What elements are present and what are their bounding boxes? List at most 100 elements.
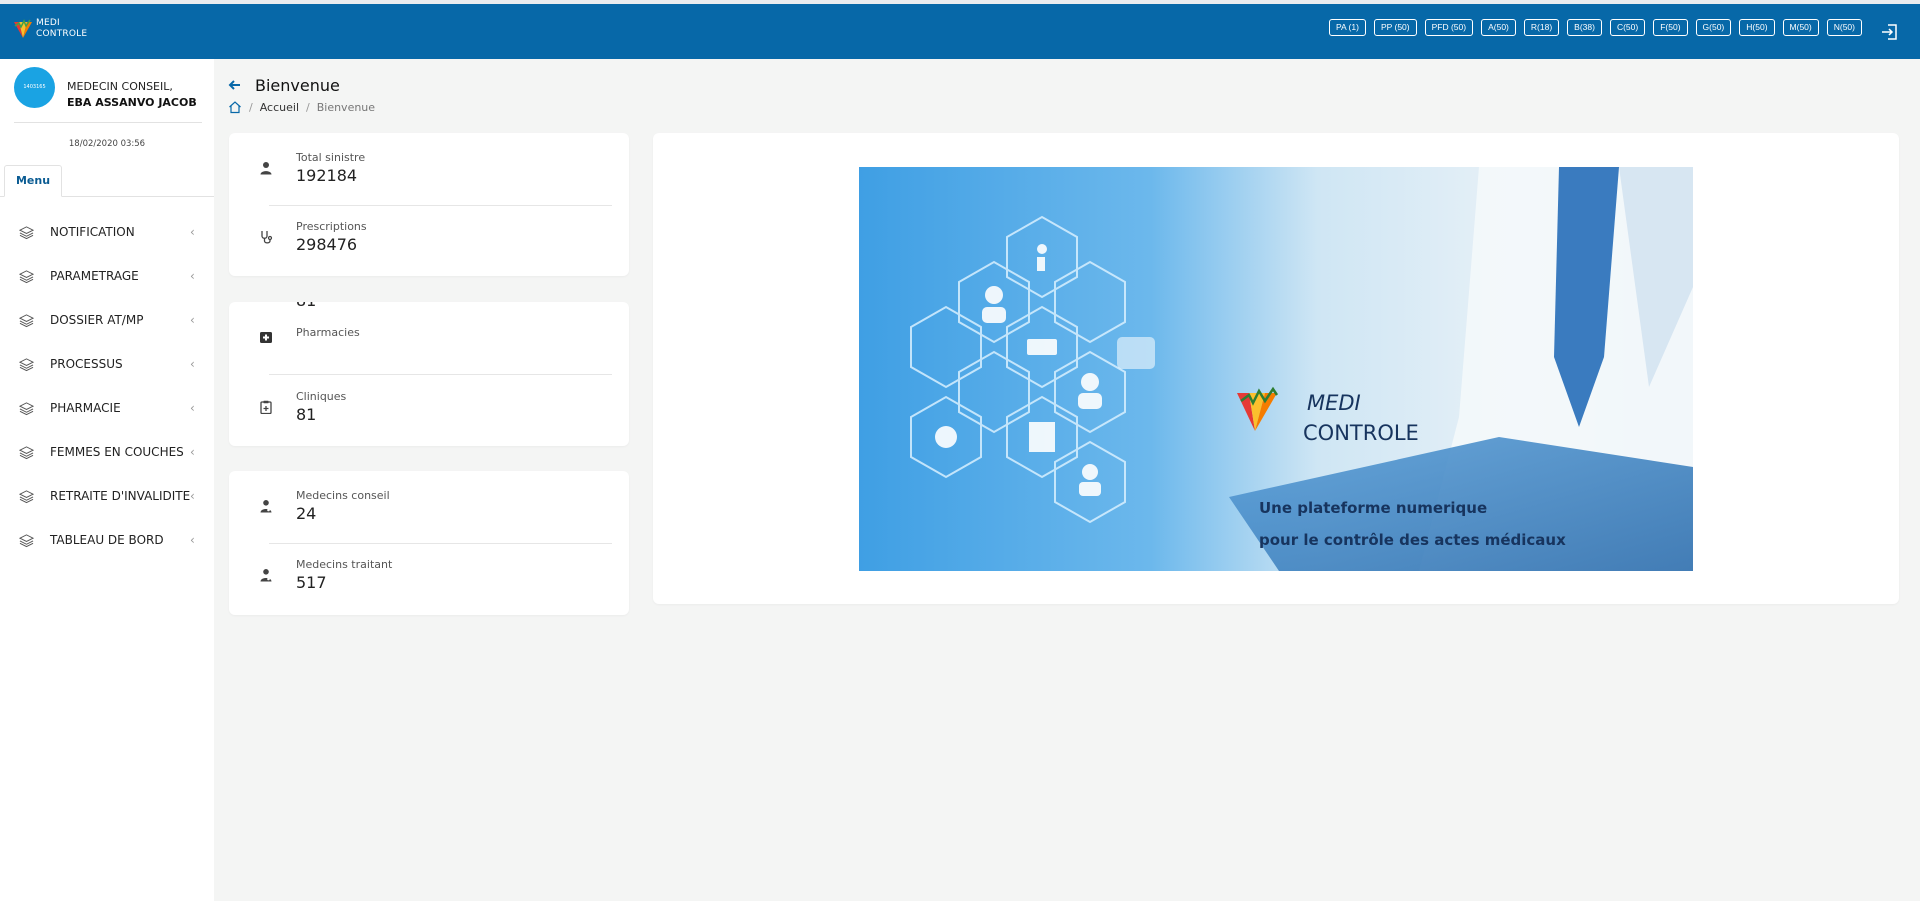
breadcrumb-home-link[interactable]: Accueil [260, 101, 299, 114]
stat-label: Medecins conseil [296, 489, 390, 502]
sidebar-item-label: FEMMES EN COUCHES [50, 445, 184, 459]
breadcrumb-current: Bienvenue [316, 100, 376, 114]
sidebar-tabs: Menu [0, 165, 214, 197]
sidebar-item-dossier-atmp[interactable]: DOSSIER AT/MP ‹ [0, 298, 214, 342]
user-role: MEDECIN CONSEIL, [67, 80, 173, 93]
layers-icon [19, 226, 34, 240]
clipboard-medical-icon [260, 400, 272, 414]
layers-icon [19, 490, 34, 504]
stat-label: Medecins traitant [296, 558, 393, 571]
sidebar-item-retraite-invalidite[interactable]: RETRAITE D'INVALIDITE ‹ [0, 474, 214, 518]
layers-icon [19, 358, 34, 372]
sidebar-item-label: DOSSIER AT/MP [50, 313, 144, 327]
badge-m[interactable]: M(50) [1782, 19, 1819, 36]
stats-card-medecins: Medecins conseil 24 Medecins traitant 51… [229, 471, 629, 615]
stat-value: 81 [296, 405, 317, 424]
chevron-left-icon: ‹ [190, 489, 195, 503]
breadcrumb: / Accueil / Bienvenue [228, 100, 375, 114]
chevron-left-icon: ‹ [190, 357, 195, 371]
stat-label: Prescriptions [296, 220, 367, 233]
breadcrumb-separator: / [249, 100, 253, 114]
badge-b[interactable]: B(38) [1567, 19, 1602, 36]
breadcrumb-separator: / [306, 100, 310, 114]
sidebar-item-parametrage[interactable]: PARAMETRAGE ‹ [0, 254, 214, 298]
stat-label: Cliniques [296, 390, 347, 403]
avatar[interactable]: 1403165 [14, 67, 55, 108]
profile-divider [14, 122, 202, 123]
tab-menu[interactable]: Menu [4, 165, 62, 197]
stat-cliniques: Cliniques 81 [229, 372, 629, 441]
badge-h[interactable]: H(50) [1739, 19, 1775, 36]
app-logo[interactable]: MEDI CONTROLE [12, 18, 87, 40]
stat-value: 192184 [296, 166, 358, 185]
stat-medecins-traitant: Medecins traitant 517 [229, 540, 629, 609]
chevron-left-icon: ‹ [190, 401, 195, 415]
user-name: EBA ASSANVO JACOB [67, 96, 197, 109]
chevron-left-icon: ‹ [190, 269, 195, 283]
chevron-left-icon: ‹ [190, 313, 195, 327]
badge-r[interactable]: R(18) [1523, 19, 1560, 36]
chevron-left-icon: ‹ [190, 225, 195, 239]
banner-brand-line1: MEDI [1307, 391, 1361, 415]
stat-medecins-conseil: Medecins conseil 24 [229, 471, 629, 540]
sidebar-item-pharmacie[interactable]: PHARMACIE ‹ [0, 386, 214, 430]
layers-icon [19, 402, 34, 416]
badge-g[interactable]: G(50) [1695, 19, 1732, 36]
medicontrole-logo-icon [14, 19, 32, 38]
stat-prescriptions: Prescriptions 298476 [229, 202, 629, 271]
doctor-icon [260, 569, 272, 582]
pharmacy-cross-icon [260, 332, 272, 343]
doctor-icon [260, 500, 272, 513]
layers-icon [19, 446, 34, 460]
stat-total-sinistre: Total sinistre 192184 [229, 133, 629, 202]
stat-pharmacies: Pharmacies 81 [229, 302, 629, 359]
chevron-left-icon: ‹ [190, 445, 195, 459]
sidebar-item-label: RETRAITE D'INVALIDITE [50, 489, 191, 503]
home-icon[interactable] [228, 100, 242, 114]
stat-value: 24 [296, 504, 317, 523]
logo-text-line1: MEDI [36, 18, 60, 28]
layers-icon [19, 270, 34, 284]
badge-n[interactable]: N(50) [1826, 19, 1862, 36]
badge-a[interactable]: A(50) [1481, 19, 1516, 36]
chevron-left-icon: ‹ [190, 533, 195, 547]
banner-brand-line2: CONTROLE [1303, 421, 1419, 445]
sidebar-item-label: TABLEAU DE BORD [50, 533, 164, 547]
badge-pp[interactable]: PP (50) [1373, 19, 1417, 36]
layers-icon [19, 534, 34, 548]
stethoscope-icon [261, 231, 273, 244]
arrow-left-icon[interactable] [228, 78, 242, 92]
sidebar-item-label: PROCESSUS [50, 357, 123, 371]
session-datetime: 18/02/2020 03:56 [68, 139, 146, 149]
stats-card-etablissements: Pharmacies 81 Cliniques 81 [229, 302, 629, 446]
banner-tagline-line1: Une plateforme numerique [1259, 499, 1488, 517]
stat-label: Pharmacies [296, 326, 360, 339]
sidebar-menu: NOTIFICATION ‹ PARAMETRAGE ‹ DOSSIER AT/… [0, 210, 214, 562]
sidebar-item-tableau-de-bord[interactable]: TABLEAU DE BORD ‹ [0, 518, 214, 562]
layers-icon [19, 314, 34, 328]
sidebar-item-label: PHARMACIE [50, 401, 121, 415]
sidebar: 1403165 MEDECIN CONSEIL, EBA ASSANVO JAC… [0, 59, 214, 901]
stats-card-sinistres: Total sinistre 192184 Prescriptions 2984… [229, 133, 629, 276]
sidebar-item-label: PARAMETRAGE [50, 269, 139, 283]
header-badges: PA (1) PP (50) PFD (50) A(50) R(18) B(38… [1328, 19, 1862, 36]
sidebar-item-label: NOTIFICATION [50, 225, 135, 239]
logout-icon[interactable] [1880, 22, 1900, 42]
sidebar-item-processus[interactable]: PROCESSUS ‹ [0, 342, 214, 386]
badge-f[interactable]: F(50) [1653, 19, 1688, 36]
logo-text-line2: CONTROLE [36, 29, 88, 39]
page-title: Bienvenue [255, 76, 340, 95]
logo-text: MEDI CONTROLE [36, 18, 87, 40]
stat-value: 81 [296, 302, 316, 310]
stat-value: 517 [296, 573, 327, 592]
badge-pa[interactable]: PA (1) [1328, 19, 1366, 36]
welcome-banner-card: MEDI CONTROLE Une plateforme numerique p… [653, 133, 1899, 604]
sidebar-item-femmes-en-couches[interactable]: FEMMES EN COUCHES ‹ [0, 430, 214, 474]
banner-tagline-line2: pour le contrôle des actes médicaux [1259, 531, 1566, 549]
badge-c[interactable]: C(50) [1609, 19, 1646, 36]
stat-label: Total sinistre [296, 151, 366, 164]
badge-pfd[interactable]: PFD (50) [1424, 19, 1474, 36]
stat-value: 298476 [296, 235, 358, 254]
sidebar-item-notification[interactable]: NOTIFICATION ‹ [0, 210, 214, 254]
top-header: MEDI CONTROLE PA (1) PP (50) PFD (50) A(… [0, 4, 1920, 59]
